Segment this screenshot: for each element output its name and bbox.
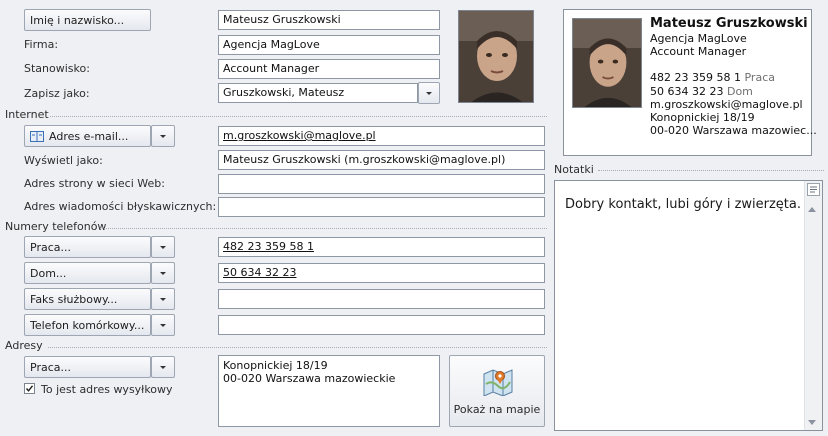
web-page-field[interactable]	[218, 174, 545, 194]
card-phone-work-value: 482 23 359 58 1	[650, 71, 741, 84]
file-as-label: Zapisz jako:	[24, 87, 90, 100]
fax-button-label: Faks służbowy...	[30, 292, 118, 306]
display-as-value: Mateusz Gruszkowski (m.groszkowski@maglo…	[223, 153, 506, 166]
business-card-photo-image	[573, 19, 641, 107]
card-phone-home-value: 50 634 32 23	[650, 85, 724, 98]
contact-photo[interactable]	[458, 10, 534, 103]
notes-section-label: Notatki	[554, 163, 598, 176]
address-line-street: Konopnickiej 18/19	[223, 359, 328, 372]
phone-work-button-label: Praca...	[30, 240, 71, 254]
card-phone-work: 482 23 359 58 1 Praca	[650, 71, 775, 84]
mailing-address-checkbox[interactable]	[24, 383, 35, 394]
job-title-value: Account Manager	[223, 62, 320, 75]
card-phone-home-type: Dom	[726, 85, 753, 98]
card-city: 00-020 Warszawa mazowiec...	[650, 124, 817, 137]
file-as-combobox[interactable]: Gruszkowski, Mateusz	[218, 83, 418, 103]
full-name-button-label: Imię i nazwisko...	[30, 13, 125, 27]
map-icon	[482, 366, 514, 397]
notes-separator	[598, 170, 824, 171]
phone-work-value: 482 23 359 58 1	[223, 240, 314, 253]
full-name-value: Mateusz Gruszkowski	[223, 13, 341, 26]
phone-work-type-dropdown[interactable]	[151, 236, 175, 258]
addresses-section-label: Adresy	[5, 339, 47, 352]
company-label: Firma:	[24, 38, 59, 51]
fax-type-dropdown[interactable]	[151, 288, 175, 310]
company-field[interactable]: Agencja MagLove	[218, 35, 440, 55]
email-button-label: Adres e-mail...	[49, 129, 129, 143]
notes-scrollbar[interactable]	[804, 181, 822, 430]
fax-field[interactable]	[218, 289, 545, 309]
card-email: m.groszkowski@maglove.pl	[650, 98, 803, 111]
address-type-button-label: Praca...	[30, 360, 71, 374]
show-on-map-label: Pokaż na mapie	[453, 403, 541, 416]
phone-home-button-label: Dom...	[30, 266, 67, 280]
web-page-label: Adres strony w sieci Web:	[24, 177, 165, 190]
phone-home-value: 50 634 32 23	[223, 266, 297, 279]
mobile-phone-button[interactable]: Telefon komórkowy...	[24, 314, 151, 336]
phone-work-button[interactable]: Praca...	[24, 236, 151, 258]
notes-resize-icon[interactable]	[807, 183, 820, 196]
phones-separator	[100, 228, 547, 229]
card-phone-home: 50 634 32 23 Dom	[650, 85, 753, 98]
address-book-icon	[30, 130, 44, 142]
email-value: m.groszkowski@maglove.pl	[223, 129, 376, 142]
card-phone-work-type: Praca	[744, 71, 775, 84]
im-address-field[interactable]	[218, 197, 545, 217]
company-value: Agencja MagLove	[223, 38, 320, 51]
notes-text: Dobry kontakt, lubi góry i zwierzęta.	[565, 197, 801, 212]
mobile-phone-button-label: Telefon komórkowy...	[30, 318, 145, 332]
business-card-preview[interactable]: Mateusz Gruszkowski Agencja MagLove Acco…	[563, 9, 817, 156]
scroll-down-arrow-icon[interactable]	[808, 420, 816, 425]
display-as-field[interactable]: Mateusz Gruszkowski (m.groszkowski@maglo…	[218, 150, 545, 170]
phone-home-type-dropdown[interactable]	[151, 262, 175, 284]
phones-section-label: Numery telefonów	[5, 220, 111, 233]
addresses-separator	[48, 347, 547, 348]
file-as-value: Gruszkowski, Mateusz	[223, 86, 345, 99]
job-title-field[interactable]: Account Manager	[218, 59, 440, 79]
card-street: Konopnickiej 18/19	[650, 111, 755, 124]
email-type-dropdown[interactable]	[151, 125, 175, 147]
full-name-field[interactable]: Mateusz Gruszkowski	[218, 10, 440, 30]
business-card-photo	[572, 18, 642, 108]
address-textarea[interactable]: Konopnickiej 18/19 00-020 Warszawa mazow…	[218, 355, 440, 427]
job-title-label: Stanowisko:	[24, 62, 90, 75]
phone-work-field[interactable]: 482 23 359 58 1	[218, 237, 545, 257]
email-button[interactable]: Adres e-mail...	[24, 125, 151, 147]
notes-textarea[interactable]: Dobry kontakt, lubi góry i zwierzęta.	[554, 180, 823, 431]
phone-home-button[interactable]: Dom...	[24, 262, 151, 284]
mailing-address-label: To jest adres wysyłkowy	[41, 383, 173, 396]
mobile-phone-type-dropdown[interactable]	[151, 314, 175, 336]
card-title: Account Manager	[650, 45, 747, 58]
im-address-label: Adres wiadomości błyskawicznych:	[24, 200, 217, 213]
internet-section-label: Internet	[5, 108, 53, 121]
address-type-button[interactable]: Praca...	[24, 356, 151, 378]
show-on-map-button[interactable]: Pokaż na mapie	[449, 355, 545, 427]
full-name-button[interactable]: Imię i nazwisko...	[24, 9, 151, 31]
checkmark-icon	[25, 385, 34, 392]
internet-separator	[50, 116, 547, 117]
email-field[interactable]: m.groszkowski@maglove.pl	[218, 126, 545, 146]
address-type-dropdown[interactable]	[151, 356, 175, 378]
card-name: Mateusz Gruszkowski	[650, 16, 808, 31]
card-company: Agencja MagLove	[650, 32, 747, 45]
mobile-phone-field[interactable]	[218, 315, 545, 335]
display-as-label: Wyświetl jako:	[24, 154, 103, 167]
file-as-dropdown-button[interactable]	[418, 82, 440, 104]
address-line-city: 00-020 Warszawa mazowieckie	[223, 372, 396, 385]
contact-photo-image	[459, 11, 533, 102]
fax-button[interactable]: Faks służbowy...	[24, 288, 151, 310]
scroll-up-arrow-icon[interactable]	[808, 207, 816, 212]
phone-home-field[interactable]: 50 634 32 23	[218, 263, 545, 283]
